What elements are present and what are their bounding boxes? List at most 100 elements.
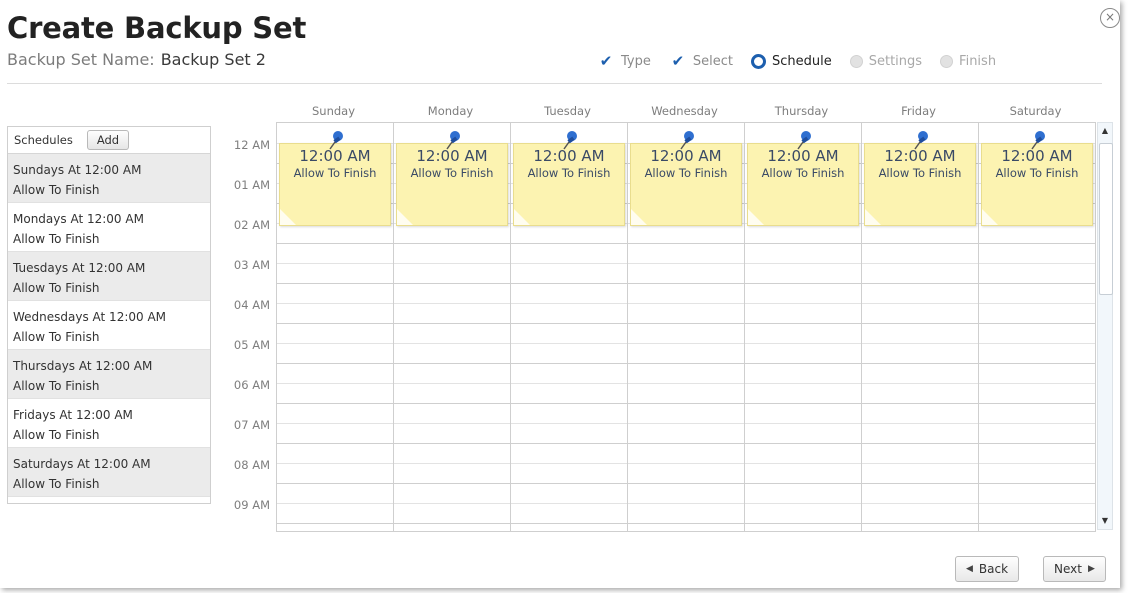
header-divider [7,83,1102,84]
schedule-item-title: Wednesdays At 12:00 AM [13,310,167,324]
pushpin-icon [446,131,460,150]
schedule-item-title: Sundays At 12:00 AM [13,163,142,177]
grid-line [276,243,1096,244]
schedules-panel: Schedules Add Sundays At 12:00 AM Allow … [7,126,211,504]
day-header-wednesday: Wednesday [651,104,718,118]
grid-line [276,383,1096,384]
checkmark-icon: ✔ [671,52,685,70]
grid-line [276,363,1096,364]
page-curl [982,209,998,225]
backup-set-name: Backup Set Name: Backup Set 2 [7,50,266,69]
schedule-item-option: Allow To Finish [13,477,100,491]
grid-column-line [978,123,979,531]
grid-column-line [1095,123,1096,531]
wizard-steps: ✔ Type ✔ Select Schedule Settings Finish [597,52,996,70]
grid-line [276,323,1096,324]
time-label: 01 AM [233,178,270,192]
schedule-item-sunday[interactable]: Sundays At 12:00 AM Allow To Finish [8,154,210,203]
schedule-item-option: Allow To Finish [13,183,100,197]
schedule-note-monday[interactable]: 12:00 AM Allow To Finish [396,131,508,226]
grid-column-line [276,123,277,531]
schedule-item-title: Mondays At 12:00 AM [13,212,144,226]
schedule-note-tuesday[interactable]: 12:00 AM Allow To Finish [513,131,625,226]
day-header-saturday: Saturday [1009,104,1062,118]
back-button[interactable]: ◀ Back [955,556,1020,582]
current-step-icon [750,53,766,69]
add-schedule-button[interactable]: Add [86,130,130,150]
time-label: 08 AM [233,458,270,472]
grid-line [276,463,1096,464]
schedule-item-title: Thursdays At 12:00 AM [13,359,153,373]
schedule-note-saturday[interactable]: 12:00 AM Allow To Finish [981,131,1093,226]
schedules-header: Schedules Add [8,127,210,154]
schedule-item-saturday[interactable]: Saturdays At 12:00 AM Allow To Finish [8,448,210,497]
day-header-monday: Monday [427,104,474,118]
page-curl [397,209,413,225]
pending-step-icon [849,54,863,68]
chevron-left-icon: ◀ [966,564,973,574]
pushpin-icon [914,131,928,150]
day-header-thursday: Thursday [774,104,829,118]
schedules-header-label: Schedules [14,133,73,147]
calendar-grid[interactable]: 12:00 AM Allow To Finish 12:00 AM Allow … [276,122,1096,532]
grid-column-line [744,123,745,531]
next-button[interactable]: Next ▶ [1043,556,1106,582]
page-curl [280,209,296,225]
time-label: 07 AM [233,418,270,432]
note-label: Allow To Finish [644,166,728,180]
note-label: Allow To Finish [527,166,611,180]
schedule-item-tuesday[interactable]: Tuesdays At 12:00 AM Allow To Finish [8,252,210,301]
grid-line [276,283,1096,284]
grid-column-line [627,123,628,531]
page-curl [748,209,764,225]
day-header-friday: Friday [901,104,936,118]
next-button-label: Next [1054,562,1082,576]
grid-line [276,523,1096,524]
time-label: 02 AM [233,218,270,232]
grid-line [276,483,1096,484]
schedule-item-friday[interactable]: Fridays At 12:00 AM Allow To Finish [8,399,210,448]
scrollbar-thumb[interactable] [1099,143,1113,295]
time-label: 05 AM [233,338,270,352]
step-label: Schedule [771,53,832,69]
scroll-up-icon[interactable]: ▲ [1098,123,1112,139]
page-curl [865,209,881,225]
day-header-tuesday: Tuesday [544,104,591,118]
schedule-item-title: Saturdays At 12:00 AM [13,457,151,471]
time-label: 09 AM [233,498,270,512]
grid-line [276,403,1096,404]
step-settings: Settings [849,53,923,69]
schedule-item-title: Fridays At 12:00 AM [13,408,133,422]
time-label: 03 AM [233,258,270,272]
step-select: ✔ Select [669,52,733,70]
step-type: ✔ Type [597,52,651,70]
pushpin-icon [329,131,343,150]
schedule-item-thursday[interactable]: Thursdays At 12:00 AM Allow To Finish [8,350,210,399]
page-title: Create Backup Set [7,11,307,45]
backup-set-name-label: Backup Set Name: [7,50,155,69]
schedule-note-wednesday[interactable]: 12:00 AM Allow To Finish [630,131,742,226]
calendar-scrollbar[interactable]: ▲ ▼ [1097,122,1113,530]
grid-line [276,423,1096,424]
scroll-down-icon[interactable]: ▼ [1098,513,1112,529]
grid-column-line [510,123,511,531]
schedule-item-option: Allow To Finish [13,232,100,246]
schedule-item-option: Allow To Finish [13,379,100,393]
backup-set-name-value: Backup Set 2 [160,50,266,69]
day-header-sunday: Sunday [311,104,356,118]
schedule-note-friday[interactable]: 12:00 AM Allow To Finish [864,131,976,226]
schedule-note-sunday[interactable]: 12:00 AM Allow To Finish [279,131,391,226]
note-label: Allow To Finish [995,166,1079,180]
close-icon[interactable]: × [1100,8,1120,28]
schedule-note-thursday[interactable]: 12:00 AM Allow To Finish [747,131,859,226]
checkmark-icon: ✔ [599,52,613,70]
step-label: Settings [868,53,923,69]
schedule-item-option: Allow To Finish [13,330,100,344]
schedule-item-wednesday[interactable]: Wednesdays At 12:00 AM Allow To Finish [8,301,210,350]
pushpin-icon [797,131,811,150]
pushpin-icon [1031,131,1045,150]
schedule-item-monday[interactable]: Mondays At 12:00 AM Allow To Finish [8,203,210,252]
grid-line [276,443,1096,444]
grid-line [276,303,1096,304]
step-finish: Finish [940,54,996,69]
